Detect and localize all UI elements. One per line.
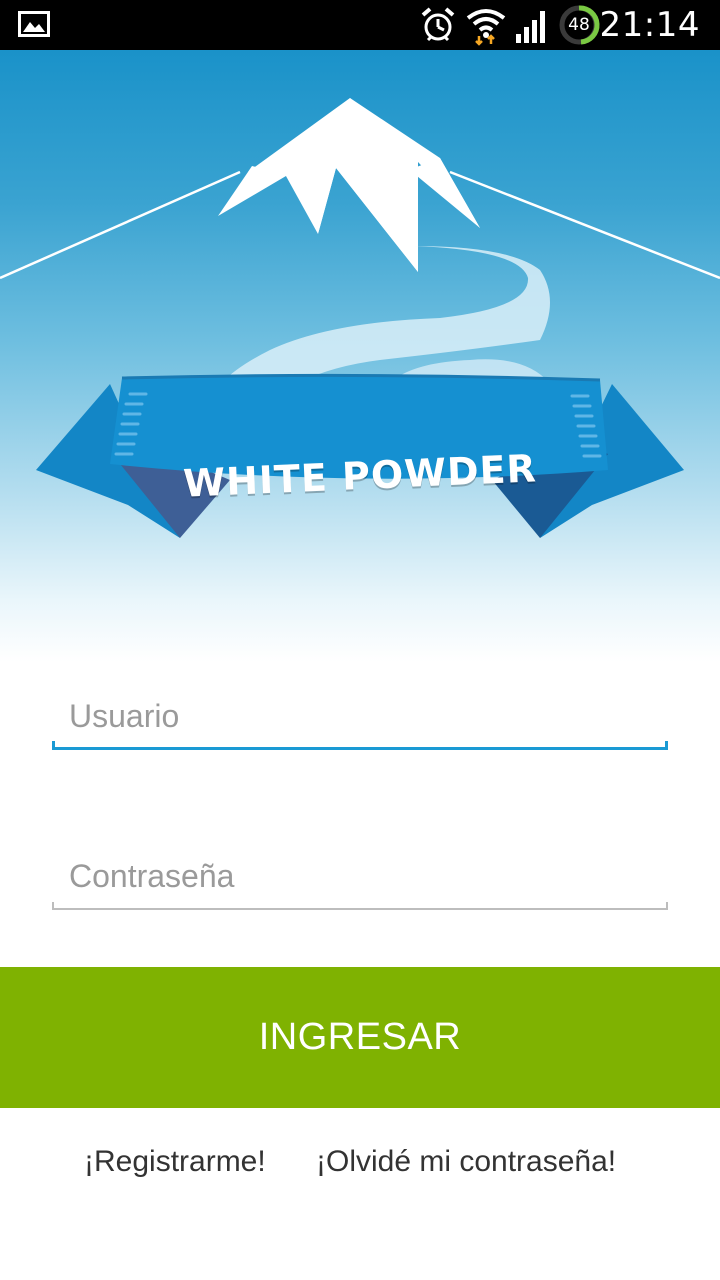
password-underline-left-tick [52, 902, 54, 910]
password-underline-right-tick [666, 902, 668, 910]
username-underline [52, 747, 668, 750]
login-button[interactable]: INGRESAR [0, 967, 720, 1108]
username-underline-right-tick [665, 741, 668, 750]
password-input[interactable] [52, 846, 668, 906]
username-underline-left-tick [52, 741, 55, 750]
username-input[interactable] [52, 686, 668, 746]
username-field[interactable] [52, 686, 668, 750]
gallery-icon [18, 11, 50, 41]
mountain-illustration [0, 98, 720, 538]
password-underline [52, 908, 668, 910]
signal-icon [514, 8, 550, 48]
battery-level: 48 [568, 15, 590, 35]
account-links: ¡Registrarme! ¡Olvidé mi contraseña! [0, 1140, 720, 1184]
alarm-icon [420, 6, 456, 48]
forgot-password-link[interactable]: ¡Olvidé mi contraseña! [316, 1140, 616, 1184]
status-bar: 48 21:14 [0, 0, 720, 50]
hero-banner: WHITE POWDER [0, 50, 720, 662]
clock: 21:14 [599, 5, 700, 45]
wifi-icon [466, 6, 506, 50]
password-field[interactable] [52, 846, 668, 910]
login-screen: 48 21:14 WHITE POWDER Usuario INGRESAR ¡… [0, 0, 720, 1280]
register-link[interactable]: ¡Registrarme! [84, 1140, 266, 1184]
